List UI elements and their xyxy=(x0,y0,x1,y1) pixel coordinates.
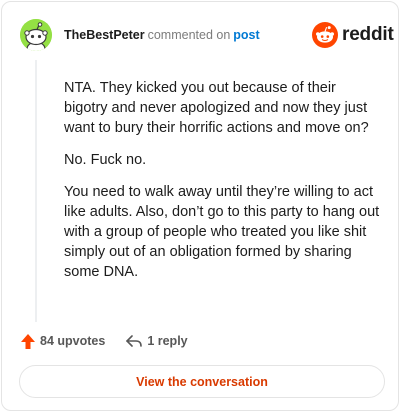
username-link[interactable]: TheBestPeter xyxy=(64,28,145,42)
comment-paragraph: You need to walk away until they’re will… xyxy=(64,184,380,280)
reddit-wordmark: reddit xyxy=(342,24,394,45)
comment-body: NTA. They kicked you out because of thei… xyxy=(64,78,382,294)
comment-paragraph: No. Fuck no. xyxy=(64,152,147,168)
reply-button[interactable]: 1 reply xyxy=(125,333,188,349)
upvote-button[interactable]: 84 upvotes xyxy=(20,333,105,350)
comment-actions: 84 upvotes 1 reply xyxy=(20,331,188,351)
comment-embed-card: TheBestPeter commented on post reddit NTA.… xyxy=(1,1,399,411)
upvote-count: 84 upvotes xyxy=(40,334,106,348)
thread-line xyxy=(35,60,37,322)
reddit-logo[interactable]: reddit xyxy=(312,22,394,48)
action-text: commented on xyxy=(147,28,231,42)
view-conversation-button[interactable]: View the conversation xyxy=(19,365,385,398)
avatar[interactable] xyxy=(20,19,52,51)
reply-arrow-icon xyxy=(126,335,143,347)
comment-header: TheBestPeter commented on post xyxy=(64,26,260,44)
comment-paragraph: NTA. They kicked you out because of thei… xyxy=(64,80,369,136)
upvote-arrow-icon xyxy=(21,333,35,349)
snoo-avatar-icon xyxy=(20,19,52,51)
post-link[interactable]: post xyxy=(233,28,259,42)
reddit-snoo-icon xyxy=(312,22,338,48)
reply-count: 1 reply xyxy=(147,334,188,348)
